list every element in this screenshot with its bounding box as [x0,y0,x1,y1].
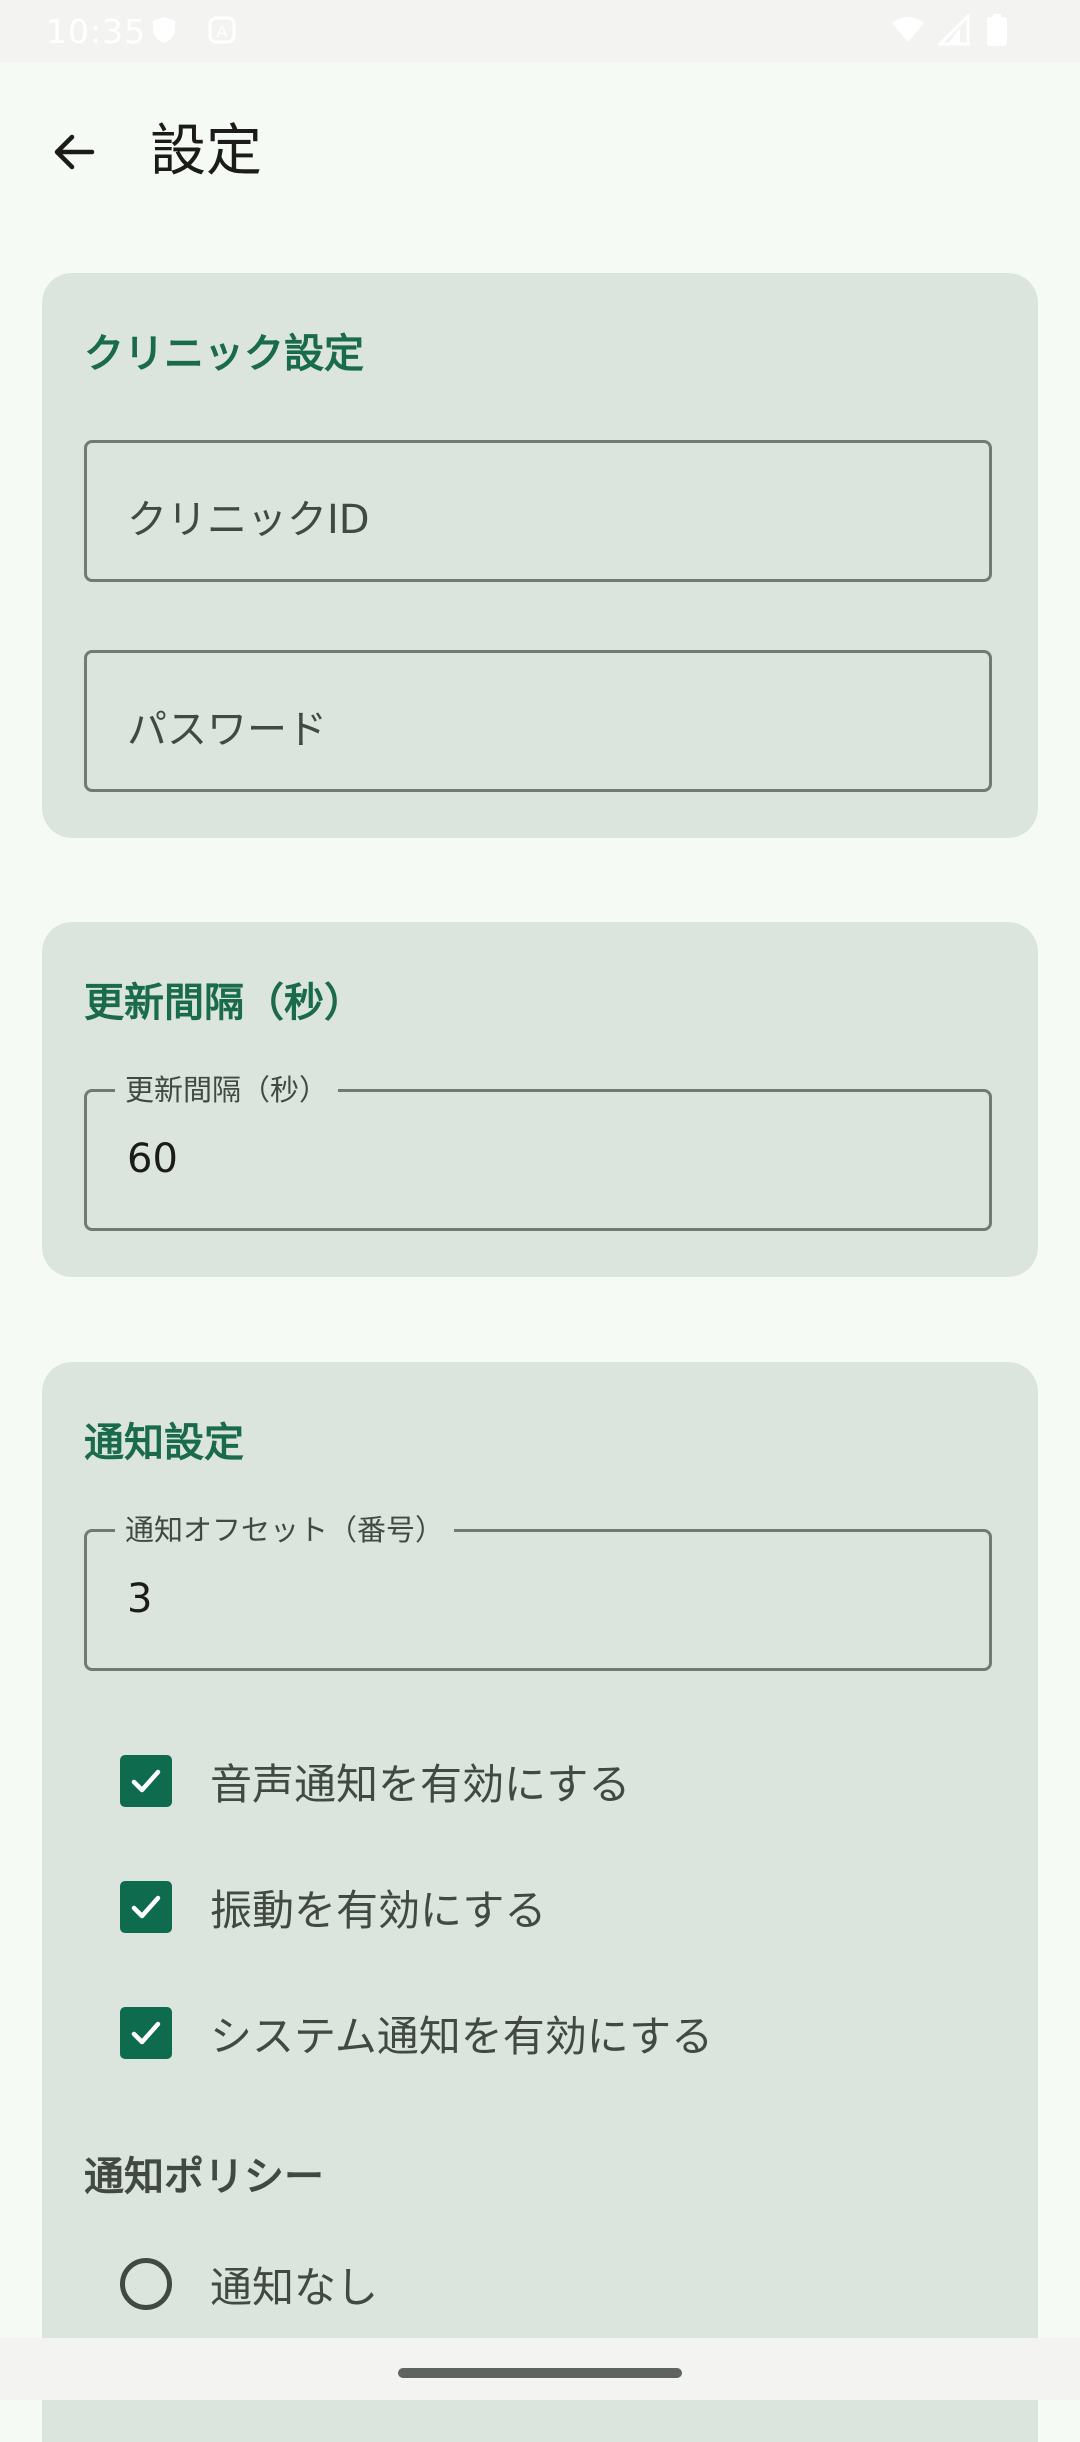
clinic-id-placeholder: クリニックID [127,497,370,543]
system-notification-checkbox-row[interactable]: システム通知を有効にする [120,1993,713,2073]
system-notification-label: システム通知を有効にする [210,2011,714,2061]
notification-offset-label: 通知オフセット（番号） [115,1514,455,1546]
home-indicator[interactable] [398,2368,682,2378]
clinic-settings-card: クリニック設定 クリニックID パスワード [42,273,1038,838]
notification-offset-field[interactable]: 通知オフセット（番号） 3 [84,1514,992,1671]
arrow-back-icon [54,134,95,170]
shield-icon [148,14,180,46]
gesture-nav-bar [0,2338,1080,2400]
notification-a-icon: A [206,14,238,46]
policy-option-none-radio[interactable] [120,2258,172,2310]
notification-settings-title: 通知設定 [84,1420,244,1466]
update-interval-value: 60 [127,1136,178,1182]
status-time: 10:35 [46,12,147,51]
password-field[interactable]: パスワード [84,650,992,792]
notification-policy-heading: 通知ポリシー [84,2154,324,2200]
page-title: 設定 [150,119,262,184]
notification-offset-value: 3 [127,1576,153,1622]
policy-option-none-label: 通知なし [210,2262,379,2312]
update-interval-field-label: 更新間隔（秒） [115,1074,339,1106]
clinic-id-field[interactable]: クリニックID [84,440,992,582]
status-bar: 10:35 A [0,0,1080,62]
vibration-checkbox[interactable] [120,1881,172,1933]
notification-settings-card: 通知設定 通知オフセット（番号） 3 音声通知を有効にする 振動を有効にする シ… [42,1362,1038,2442]
check-icon [131,2021,161,2045]
update-interval-title: 更新間隔（秒） [84,980,364,1026]
signal-icon [936,12,970,46]
vibration-label: 振動を有効にする [210,1885,547,1935]
back-button[interactable] [34,112,114,192]
clinic-settings-title: クリニック設定 [84,331,364,377]
top-app-bar: 設定 [0,62,1080,232]
vibration-checkbox-row[interactable]: 振動を有効にする [120,1867,546,1947]
wifi-icon [890,14,924,46]
voice-notification-label: 音声通知を有効にする [210,1759,631,1809]
system-notification-checkbox[interactable] [120,2007,172,2059]
voice-notification-checkbox[interactable] [120,1755,172,1807]
svg-text:A: A [217,22,228,41]
check-icon [131,1895,161,1919]
check-icon [131,1769,161,1793]
password-placeholder: パスワード [127,707,327,753]
policy-option-none-row[interactable]: 通知なし [120,2244,378,2324]
battery-icon [986,14,1008,46]
voice-notification-checkbox-row[interactable]: 音声通知を有効にする [120,1741,630,1821]
update-interval-field[interactable]: 更新間隔（秒） 60 [84,1074,992,1231]
update-interval-card: 更新間隔（秒） 更新間隔（秒） 60 [42,922,1038,1277]
